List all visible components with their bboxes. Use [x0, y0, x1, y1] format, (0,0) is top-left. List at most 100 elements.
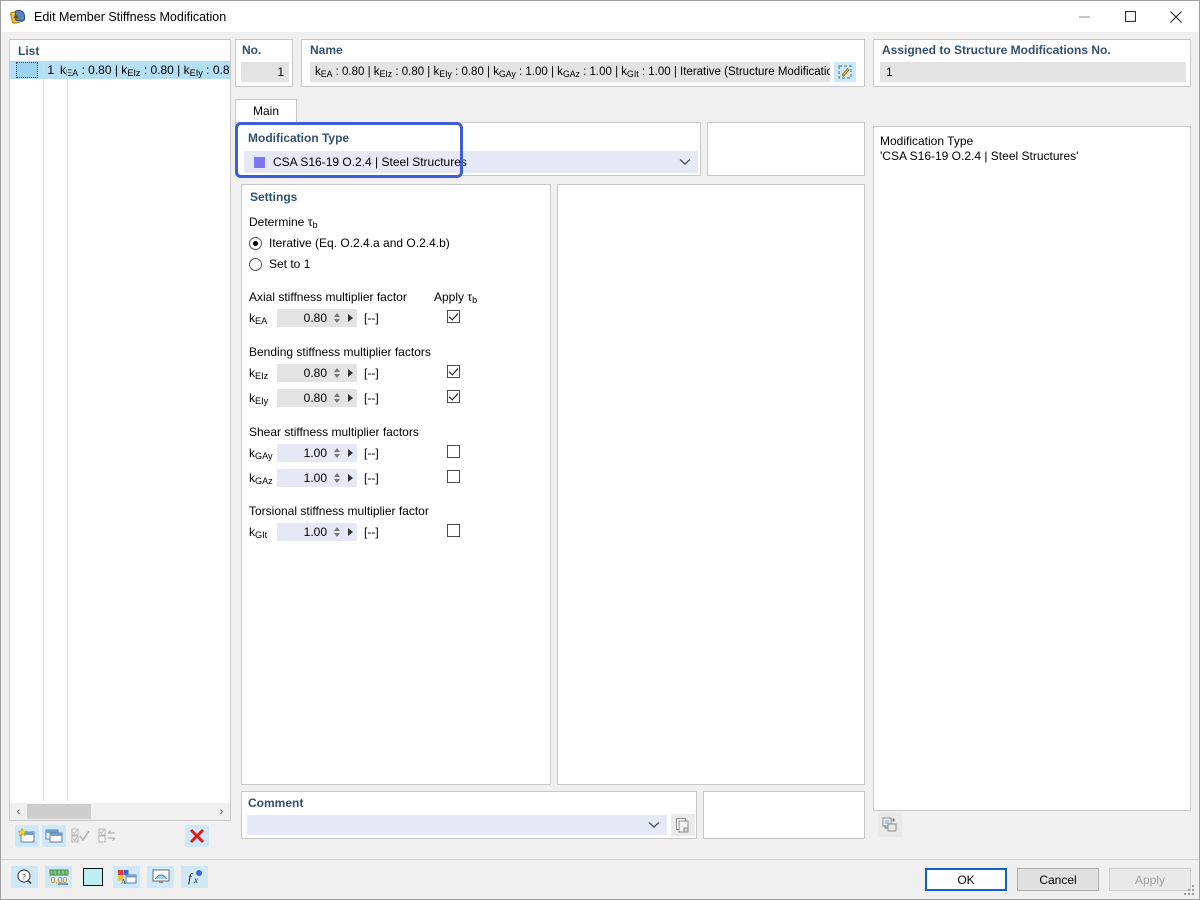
formula-icon[interactable]: f x — [181, 866, 208, 888]
svg-text:x: x — [193, 875, 198, 885]
display-icon[interactable] — [147, 866, 174, 888]
field-kGIt-value[interactable]: 1.00 — [277, 525, 331, 539]
field-kGAz-label: kGAz — [249, 470, 273, 486]
color-swatch-icon[interactable] — [79, 866, 106, 888]
scroll-thumb[interactable] — [27, 804, 91, 819]
info-value: 'CSA S16-19 O.2.4 | Steel Structures' — [880, 149, 1079, 163]
copy-item-button[interactable] — [42, 825, 66, 847]
field-kEA-more-button[interactable] — [343, 309, 357, 327]
edit-icon[interactable] — [834, 62, 856, 82]
field-kEIz-more-button[interactable] — [343, 364, 357, 382]
field-kEIy: kEIy 0.80 [--] — [249, 389, 379, 407]
scroll-track[interactable] — [27, 803, 213, 820]
field-kEA-spinner[interactable]: 0.80 — [277, 309, 357, 327]
dialog-window: Edit Member Stiffness Modification List … — [0, 0, 1200, 900]
delete-item-button[interactable] — [185, 825, 209, 847]
field-kEIz-stepper[interactable] — [331, 364, 343, 382]
modification-type-combobox[interactable]: CSA S16-19 O.2.4 | Steel Structures — [244, 151, 698, 173]
field-kGIt-stepper[interactable] — [331, 523, 343, 541]
field-kEIy-spinner[interactable]: 0.80 — [277, 389, 357, 407]
list-horizontal-scrollbar[interactable]: ‹ › — [9, 803, 231, 821]
field-kEIz: kEIz 0.80 [--] — [249, 364, 379, 382]
field-kEA-value[interactable]: 0.80 — [277, 311, 331, 325]
info-export-button[interactable] — [878, 813, 902, 837]
field-kEIy-value[interactable]: 0.80 — [277, 391, 331, 405]
assigned-value[interactable]: 1 — [880, 62, 1186, 82]
select-all-button[interactable] — [69, 825, 93, 847]
svg-text:A: A — [121, 878, 126, 885]
field-kEIy-more-button[interactable] — [343, 389, 357, 407]
field-kEA-stepper[interactable] — [331, 309, 343, 327]
number-label: No. — [242, 43, 262, 57]
field-kGAy-more-button[interactable] — [343, 444, 357, 462]
field-kGAy-spinner[interactable]: 1.00 — [277, 444, 357, 462]
new-item-button[interactable] — [15, 825, 39, 847]
assigned-panel: Assigned to Structure Modifications No. … — [873, 39, 1191, 87]
comment-combobox[interactable] — [247, 815, 667, 835]
units-icon[interactable]: A — [113, 866, 140, 888]
cancel-button[interactable]: Cancel — [1017, 868, 1099, 891]
list-column-divider-2 — [67, 61, 68, 801]
svg-text:?: ? — [22, 873, 26, 882]
radio-iterative[interactable]: Iterative (Eq. O.2.4.a and O.2.4.b) — [249, 236, 450, 250]
list-toolbar — [9, 823, 231, 849]
field-kGAz-more-button[interactable] — [343, 469, 357, 487]
shear-group-title: Shear stiffness multiplier factors — [249, 425, 419, 439]
decimal-places-icon[interactable]: 0,00 — [45, 866, 72, 888]
minimize-button[interactable] — [1061, 1, 1107, 32]
torsional-group-title: Torsional stiffness multiplier factor — [249, 504, 429, 518]
field-kGAy: kGAy 1.00 [--] — [249, 444, 379, 462]
apply-button[interactable]: Apply — [1109, 868, 1191, 891]
apply-kEIy-checkbox[interactable] — [447, 390, 460, 403]
apply-kGAy-checkbox[interactable] — [447, 445, 460, 458]
field-kGAz-stepper[interactable] — [331, 469, 343, 487]
chevron-down-icon[interactable] — [672, 158, 698, 166]
field-kGAy-value[interactable]: 1.00 — [277, 446, 331, 460]
info-panel: Modification Type 'CSA S16-19 O.2.4 | St… — [873, 126, 1191, 811]
maximize-button[interactable] — [1107, 1, 1153, 32]
modification-type-label: Modification Type — [248, 131, 350, 145]
field-kEIz-value[interactable]: 0.80 — [277, 366, 331, 380]
settings-label: Settings — [250, 190, 298, 204]
field-kGIt-label: kGIt — [249, 524, 268, 540]
scroll-right-arrow[interactable]: › — [213, 803, 230, 820]
apply-kGIt-checkbox[interactable] — [447, 524, 460, 537]
window-controls — [1061, 1, 1199, 32]
field-kEIy-label: kEIy — [249, 390, 269, 406]
scroll-left-arrow[interactable]: ‹ — [10, 803, 27, 820]
field-kGIt-spinner[interactable]: 1.00 — [277, 523, 357, 541]
tab-main[interactable]: Main — [235, 99, 297, 122]
field-kGAz-unit: [--] — [364, 471, 379, 485]
title-bar: Edit Member Stiffness Modification — [1, 1, 1199, 32]
dialog-buttons: OK Cancel Apply — [925, 868, 1191, 891]
field-kGAz-value[interactable]: 1.00 — [277, 471, 331, 485]
list-item-selector[interactable] — [16, 62, 38, 78]
radio-set-to-1-indicator[interactable] — [249, 257, 262, 271]
chevron-down-icon[interactable] — [641, 821, 667, 829]
radio-iterative-indicator[interactable] — [249, 236, 262, 250]
radio-set-to-1[interactable]: Set to 1 — [249, 257, 310, 271]
status-toolbar: ? 0,00 A f x — [11, 866, 208, 888]
close-button[interactable] — [1153, 1, 1199, 32]
ok-button[interactable]: OK — [925, 868, 1007, 891]
name-panel: Name kEA : 0.80 | kEIz : 0.80 | kEIy : 0… — [301, 39, 865, 87]
apply-kGAz-checkbox[interactable] — [447, 470, 460, 483]
tab-strip: Main — [235, 99, 865, 122]
number-field[interactable]: 1 — [241, 62, 289, 82]
apply-kEA-checkbox[interactable] — [447, 310, 460, 323]
field-kGAy-stepper[interactable] — [331, 444, 343, 462]
invert-selection-button[interactable] — [96, 825, 120, 847]
name-field[interactable]: kEA : 0.80 | kEIz : 0.80 | kEIy : 0.80 |… — [310, 62, 830, 82]
copy-icon[interactable] — [671, 814, 695, 836]
list-body[interactable]: 1 kEA : 0.80 | kEIz : 0.80 | kEIy : 0.80… — [10, 61, 230, 802]
apply-kEIz-checkbox[interactable] — [447, 365, 460, 378]
field-kEIz-spinner[interactable]: 0.80 — [277, 364, 357, 382]
determine-tau-label: Determine τb — [249, 215, 318, 230]
help-icon[interactable]: ? — [11, 866, 38, 888]
list-item-description: kEA : 0.80 | kEIz : 0.80 | kEIy : 0.80 |… — [60, 62, 230, 78]
preview-panel — [557, 184, 865, 785]
resize-grip[interactable] — [1184, 885, 1196, 897]
field-kGIt-more-button[interactable] — [343, 523, 357, 541]
field-kEIy-stepper[interactable] — [331, 389, 343, 407]
field-kGAz-spinner[interactable]: 1.00 — [277, 469, 357, 487]
